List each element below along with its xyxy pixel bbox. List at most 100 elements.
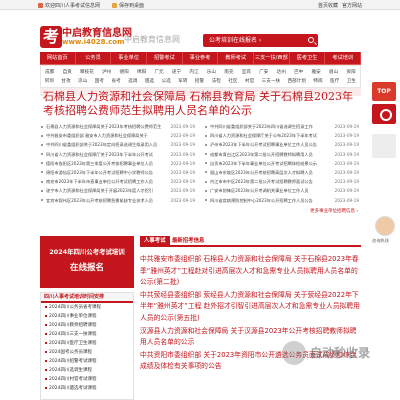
region-link[interactable]: 医疗 [330, 78, 339, 84]
news-item[interactable]: 中共荥经县委组织部 荥经县人力资源和社会保障局 关于荥经县2022年下半年“雅州… [140, 290, 361, 325]
nav-item[interactable]: 考试培训 [325, 52, 362, 64]
region-link[interactable]: 遂宁 [172, 69, 181, 75]
back-to-top-button[interactable]: TOP [372, 82, 396, 101]
exam-schedule-item[interactable]: 2024四川选调生课程 [41, 366, 133, 375]
list-item-title[interactable]: 成都市青白江区2023年第二批公开招聘教师拟聘用人员 [210, 152, 313, 157]
tab-latest-recruitment[interactable]: 最新招考信息 [168, 236, 208, 247]
list-item-title[interactable]: 四川省疾病预防控制中心2023年公开招聘工作人员公告 [210, 198, 313, 203]
region-link[interactable]: 公选 [162, 78, 171, 84]
region-link[interactable]: 南充 [224, 69, 233, 75]
favorite-link[interactable]: 首页收藏 [318, 2, 338, 9]
region-link[interactable]: 特岗 [313, 78, 322, 84]
list-item-title[interactable]: 中共四川省委组织部关于2023年定向招录选调生拟录用人员 [46, 142, 157, 147]
headline-title[interactable]: 石棉县人力资源和社会保障局 石棉县教育局 关于石棉县2023年考核招聘公费师范生… [40, 90, 361, 118]
save-desktop-link[interactable]: 保存到桌面 [112, 2, 144, 9]
exam-schedule-item[interactable]: 2024四川教师招聘课程 [41, 321, 133, 330]
region-link[interactable]: 甘孜 [61, 78, 70, 84]
list-item[interactable]: 南充市2023年下半年市直事业单位公开考试招聘工作人员 2023-09-19 [40, 177, 197, 186]
signup-search-button[interactable]: 公考培训在线报名 › [203, 34, 318, 47]
region-link[interactable]: 遴选 [145, 78, 154, 84]
list-item[interactable]: 中共雅安市委组织部 雅安市人力资源和社会保障局关于 2023-09-19 [40, 131, 197, 140]
list-item-title[interactable]: 德阳市旌阳区2023年第三季度公开考核招聘事业单位人员 [46, 161, 153, 166]
exam-schedule-item[interactable]: 2024国考公务员课程 [41, 348, 133, 357]
region-link[interactable]: 军转 [178, 78, 187, 84]
region-link[interactable]: 三支一扶 [262, 78, 280, 84]
exam-schedule-item[interactable]: 2024四川招警考试课程 [41, 357, 133, 366]
region-link[interactable]: 眉山 [329, 69, 338, 75]
region-link[interactable]: 雅安 [312, 69, 321, 75]
list-item-title[interactable]: 内江市市中区2023年第二批公开考试招聘教师面试公告 [210, 179, 313, 184]
region-link[interactable]: 法检 [212, 78, 221, 84]
list-item[interactable]: 四川省疾病预防控制中心2023年公开招聘工作人员公告 2023-09-19 [204, 196, 361, 205]
list-item-title[interactable]: 眉山市东坡区2023年公开考核招聘高层次人才拟聘人员 [210, 170, 313, 175]
region-link[interactable]: 省考 [111, 78, 120, 84]
list-item[interactable]: 泸州市2023年下半年公开考试招聘事业单位工作人员公告 2023-09-19 [204, 140, 361, 149]
nav-item[interactable]: 招警考试 [147, 52, 183, 64]
list-item-title[interactable]: 宜宾市叙州区2023年公开考核招聘急需紧缺专业技术人员 [46, 198, 153, 203]
list-item[interactable]: 遂宁市人力资源和社会保障局关于开展2023年度人才招引 2023-09-19 [40, 186, 197, 195]
logo-icon[interactable]: 考 [40, 26, 62, 48]
region-link[interactable]: 资阳 [346, 69, 355, 75]
official-site-link[interactable]: 官方网站 [342, 2, 362, 9]
region-link[interactable]: 泸州 [102, 69, 111, 75]
exam-schedule-item[interactable]: 2024四川医疗卫生课程 [41, 339, 133, 348]
list-item[interactable]: 四川省人力资源和社会保障厅关于2023年下半年公开考试 2023-09-19 [40, 150, 197, 159]
exam-schedule-item[interactable]: 2024四川公务员省考课程 [41, 303, 133, 312]
region-link[interactable]: 西部计划 [288, 78, 306, 84]
news-item[interactable]: 中共雅安市委组织部 石棉县人力资源和社会保障局 关于石棉县2023年春季“雅州英… [140, 254, 361, 289]
list-item[interactable]: 广安市前锋区2023年公开考调机关事业单位工作人员 2023-09-19 [204, 186, 361, 195]
nav-item[interactable]: 公务员 [76, 52, 112, 64]
list-item[interactable]: 眉山市东坡区2023年公开考核招聘高层次人才拟聘人员 2023-09-19 [204, 168, 361, 177]
list-item-title[interactable]: 自贡市2023年下半年事业单位公开考试招聘体检结果公示 [210, 161, 317, 166]
list-item[interactable]: 德阳市旌阳区2023年第三季度公开考核招聘事业单位人员 2023-09-19 [40, 159, 197, 168]
tab-personnel-exam[interactable]: 人事考试 [140, 236, 170, 247]
region-link[interactable]: 招警 [195, 78, 204, 84]
site-logo-name[interactable]: 中启教育信息网 [62, 24, 132, 39]
list-item-title[interactable]: 石棉县人力资源和社会保障局关于2023年考核招聘公费师范生 [46, 124, 161, 129]
list-item[interactable]: 石棉县人力资源和社会保障局关于2023年考核招聘公费师范生 2023-09-19 [40, 122, 197, 131]
region-link[interactable]: 巴中 [294, 69, 303, 75]
list-item[interactable]: 绵阳市游仙区2023年下半年公开考试招聘中小学教师公告 2023-09-19 [40, 168, 197, 177]
region-link[interactable]: 德阳 [120, 69, 129, 75]
list-item[interactable]: 中共四川省委组织部关于2023年四川省选调生招录工作 2023-09-19 [204, 122, 361, 131]
region-link[interactable]: 乐山 [207, 69, 216, 75]
nav-item[interactable]: 事业参考 [183, 52, 219, 64]
region-link[interactable]: 阿坝 [45, 78, 54, 84]
list-item-title[interactable]: 中共雅安市委组织部 雅安市人力资源和社会保障局关于 [46, 133, 148, 138]
avatar[interactable] [375, 216, 395, 236]
region-link[interactable]: 攀枝花 [80, 69, 94, 75]
region-link[interactable]: 内江 [189, 69, 198, 75]
region-link[interactable]: 自贡 [63, 69, 72, 75]
list-item[interactable]: 四川省人力资源和社会保障厅关于公布2023年下半年考试 2023-09-19 [204, 131, 361, 140]
list-item-title[interactable]: 绵阳市游仙区2023年下半年公开考试招聘中小学教师公告 [46, 170, 153, 175]
list-item-title[interactable]: 中共四川省委组织部关于2023年四川省选调生招录工作 [210, 124, 313, 129]
region-link[interactable]: 达州 [277, 69, 286, 75]
list-item[interactable]: 中共四川省委组织部关于2023年定向招录选调生拟录用人员 2023-09-19 [40, 140, 197, 149]
region-link[interactable]: 国考 [95, 78, 104, 84]
region-link[interactable]: 选调 [128, 78, 137, 84]
list-item-title[interactable]: 四川省人力资源和社会保障厅关于2023年下半年公开考试 [46, 152, 153, 157]
region-link[interactable]: 广元 [154, 69, 163, 75]
training-signup-panel[interactable]: 2024年四川公考考试培训 在线报名 [40, 236, 134, 288]
region-link[interactable]: 社区 [228, 78, 237, 84]
nav-item[interactable]: 三支一扶/西部 [254, 52, 290, 64]
list-item[interactable]: 内江市市中区2023年第二批公开考试招聘教师面试公告 2023-09-19 [204, 177, 361, 186]
list-item-title[interactable]: 四川省人力资源和社会保障厅关于公布2023年下半年考试 [210, 133, 317, 138]
region-link[interactable]: 宜宾 [242, 69, 251, 75]
nav-item[interactable]: 教师考试 [218, 52, 255, 64]
region-link[interactable]: 卫生 [347, 78, 356, 84]
region-link[interactable]: 村官 [245, 78, 254, 84]
list-item[interactable]: 自贡市2023年下半年事业单位公开考试招聘体检结果公示 2023-09-19 [204, 159, 361, 168]
exam-schedule-item[interactable]: 2024四川村官考试课程 [41, 375, 133, 384]
exam-schedule-item[interactable]: 2024四川遴选考试课程 [41, 384, 133, 393]
region-link[interactable]: 凉山 [78, 78, 87, 84]
exam-schedule-item[interactable]: 2024四川事业单位课程 [41, 312, 133, 321]
region-link[interactable]: 成都 [45, 69, 54, 75]
list-item-title[interactable]: 广安市前锋区2023年公开考调机关事业单位工作人员 [210, 188, 309, 193]
user-center-button[interactable] [372, 104, 396, 124]
region-link[interactable]: 广安 [259, 69, 268, 75]
nav-item[interactable]: 医考卫生 [290, 52, 326, 64]
nav-item[interactable]: 事业单位 [111, 52, 148, 64]
list-item-title[interactable]: 遂宁市人力资源和社会保障局关于开展2023年度人才招引 [46, 188, 153, 193]
list-item[interactable]: 成都市青白江区2023年第二批公开招聘教师拟聘用人员 2023-09-19 [204, 150, 361, 159]
